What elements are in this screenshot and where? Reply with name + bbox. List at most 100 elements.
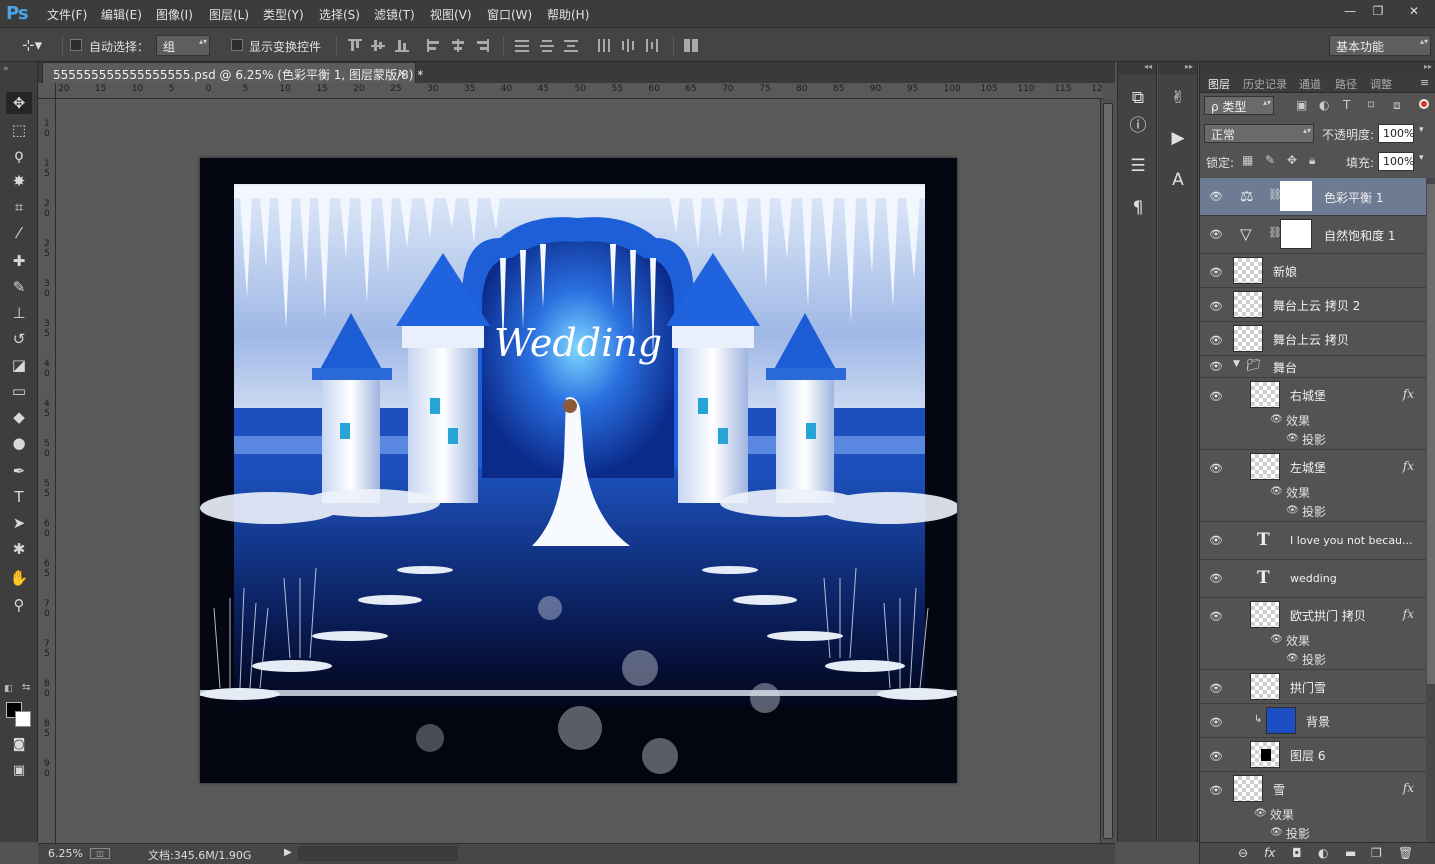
- visibility-eye-icon[interactable]: 👁︎: [1209, 610, 1223, 623]
- new-layer-icon[interactable]: ❐: [1371, 846, 1382, 860]
- lasso-tool[interactable]: ϙ: [6, 144, 32, 166]
- shadow-eye-icon[interactable]: 👁︎: [1270, 827, 1283, 838]
- character-icon[interactable]: A: [1166, 168, 1190, 192]
- filter-toggle-icon[interactable]: [1419, 99, 1429, 109]
- add-style-icon[interactable]: fx: [1264, 846, 1275, 860]
- align-right-icon[interactable]: [475, 39, 489, 52]
- distribute-hcenter-icon[interactable]: [621, 39, 635, 52]
- visibility-eye-icon[interactable]: 👁︎: [1209, 534, 1223, 547]
- effects-eye-icon[interactable]: 👁︎: [1270, 486, 1283, 497]
- move-tool-preset-icon[interactable]: ⊹▾: [22, 36, 42, 54]
- lock-position-icon[interactable]: ✥: [1287, 153, 1297, 167]
- dock-collapse-icon[interactable]: ▸▸: [1158, 62, 1197, 74]
- visibility-eye-icon[interactable]: 👁︎: [1209, 334, 1223, 347]
- lock-pixels-icon[interactable]: ✎: [1265, 153, 1275, 167]
- menu-filter[interactable]: 滤镜(T): [374, 6, 415, 23]
- vertical-ruler[interactable]: 1015202530354045505560657075808590: [38, 99, 56, 843]
- layer-row[interactable]: 👁︎ 拱门雪: [1200, 670, 1426, 704]
- filter-kind-dropdown[interactable]: ρ 类型: [1204, 96, 1274, 115]
- brush-tool[interactable]: ✎: [6, 276, 32, 298]
- layer-fx-icon[interactable]: fx: [1403, 607, 1414, 621]
- menu-edit[interactable]: 编辑(E): [101, 6, 142, 23]
- visibility-eye-icon[interactable]: 👁︎: [1209, 750, 1223, 763]
- layer-row[interactable]: 👁︎ ↳ 背景: [1200, 704, 1426, 738]
- align-top-icon[interactable]: [348, 39, 362, 52]
- zoom-tool[interactable]: ⚲: [6, 594, 32, 616]
- visibility-eye-icon[interactable]: 👁︎: [1209, 462, 1223, 475]
- layer-row[interactable]: 👁︎ Twedding: [1200, 560, 1426, 598]
- layer-fx-icon[interactable]: fx: [1403, 781, 1414, 795]
- lock-transparent-icon[interactable]: ▦: [1242, 153, 1253, 167]
- layer-row[interactable]: 👁︎ 图层 6: [1200, 738, 1426, 772]
- distribute-left-icon[interactable]: [597, 39, 611, 52]
- layers-scrollbar[interactable]: [1426, 178, 1435, 842]
- layer-thumbnail[interactable]: [1266, 707, 1296, 734]
- layer-row[interactable]: 👁︎ ▼ 📁︎ 舞台: [1200, 356, 1426, 378]
- shadow-eye-icon[interactable]: 👁︎: [1286, 505, 1299, 516]
- tab-adjustments[interactable]: 调整: [1370, 76, 1392, 92]
- visibility-eye-icon[interactable]: 👁︎: [1209, 300, 1223, 313]
- menu-layer[interactable]: 图层(L): [209, 6, 249, 23]
- clone-stamp-tool[interactable]: ⊥: [6, 302, 32, 324]
- horizontal-scrollbar[interactable]: [298, 846, 458, 861]
- align-left-icon[interactable]: [427, 39, 441, 52]
- layer-thumbnail[interactable]: [1250, 453, 1280, 480]
- default-colors-icon[interactable]: ◧: [4, 684, 13, 694]
- effects-eye-icon[interactable]: 👁︎: [1270, 414, 1283, 425]
- filter-adjust-icon[interactable]: ◐: [1319, 98, 1329, 112]
- layer-mask-thumbnail[interactable]: [1280, 181, 1312, 211]
- visibility-eye-icon[interactable]: 👁︎: [1209, 228, 1223, 241]
- marquee-tool[interactable]: ⬚: [6, 119, 32, 141]
- restore-button[interactable]: ❐: [1364, 2, 1392, 20]
- move-tool[interactable]: ✥: [6, 92, 32, 114]
- collapse-icon[interactable]: »: [3, 64, 9, 74]
- visibility-eye-icon[interactable]: 👁︎: [1209, 572, 1223, 585]
- fill-slider-arrow-icon[interactable]: ▾: [1419, 153, 1424, 163]
- effects-eye-icon[interactable]: 👁︎: [1270, 634, 1283, 645]
- pen-tool[interactable]: ✒: [6, 460, 32, 482]
- panel-menu-icon[interactable]: ≡: [1420, 76, 1429, 89]
- add-mask-icon[interactable]: ◘: [1292, 846, 1302, 860]
- layer-thumbnail[interactable]: [1250, 381, 1280, 408]
- document-canvas[interactable]: Wedding: [200, 158, 957, 783]
- close-tab-icon[interactable]: ×: [397, 66, 407, 80]
- visibility-eye-icon[interactable]: 👁︎: [1209, 360, 1223, 373]
- layer-row[interactable]: 👁︎ ⚖ ⛓ 色彩平衡 1: [1200, 178, 1426, 216]
- layer-thumbnail[interactable]: [1233, 257, 1263, 284]
- background-color-swatch[interactable]: [15, 711, 31, 727]
- paragraph-icon[interactable]: ¶: [1126, 196, 1150, 220]
- crop-tool[interactable]: ⌗: [6, 196, 32, 218]
- layer-row[interactable]: 👁︎ 右城堡 fx 👁︎ 效果 👁︎ 投影: [1200, 378, 1426, 450]
- swap-colors-icon[interactable]: ⇆: [22, 682, 30, 693]
- opacity-input[interactable]: 100%: [1378, 124, 1414, 143]
- canvas-vertical-scrollbar[interactable]: [1100, 99, 1115, 843]
- align-hcenter-icon[interactable]: [451, 39, 465, 52]
- status-menu-arrow-icon[interactable]: ▶: [284, 847, 292, 858]
- layer-thumbnail[interactable]: [1233, 775, 1263, 802]
- link-layers-icon[interactable]: ⊖: [1238, 846, 1248, 860]
- minimize-button[interactable]: —: [1336, 2, 1364, 20]
- ruler-origin[interactable]: [38, 83, 56, 99]
- show-transform-checkbox[interactable]: [231, 39, 243, 51]
- menu-image[interactable]: 图像(I): [156, 6, 193, 23]
- layer-fx-icon[interactable]: fx: [1403, 387, 1414, 401]
- visibility-eye-icon[interactable]: 👁︎: [1209, 682, 1223, 695]
- filter-smart-icon[interactable]: ⧈: [1393, 98, 1401, 113]
- visibility-eye-icon[interactable]: 👁︎: [1209, 716, 1223, 729]
- workspace-dropdown[interactable]: 基本功能: [1329, 35, 1431, 56]
- visibility-eye-icon[interactable]: 👁︎: [1209, 266, 1223, 279]
- menu-window[interactable]: 窗口(W): [487, 6, 532, 23]
- align-bottom-icon[interactable]: [395, 39, 409, 52]
- eyedropper-tool[interactable]: ⁄: [6, 222, 32, 244]
- layer-row[interactable]: 👁︎ 舞台上云 拷贝: [1200, 322, 1426, 356]
- fill-input[interactable]: 100%: [1378, 152, 1414, 171]
- sliders-icon[interactable]: ☰: [1126, 154, 1150, 178]
- gradient-tool[interactable]: ▭: [6, 380, 32, 402]
- auto-align-icon[interactable]: [684, 39, 698, 52]
- layer-fx-icon[interactable]: fx: [1403, 459, 1414, 473]
- dodge-tool[interactable]: ●: [6, 432, 32, 454]
- distribute-top-icon[interactable]: [515, 39, 529, 52]
- layer-thumbnail[interactable]: [1250, 673, 1280, 700]
- zoom-level[interactable]: 6.25%: [48, 847, 83, 860]
- info-icon[interactable]: ⓘ: [1126, 114, 1150, 138]
